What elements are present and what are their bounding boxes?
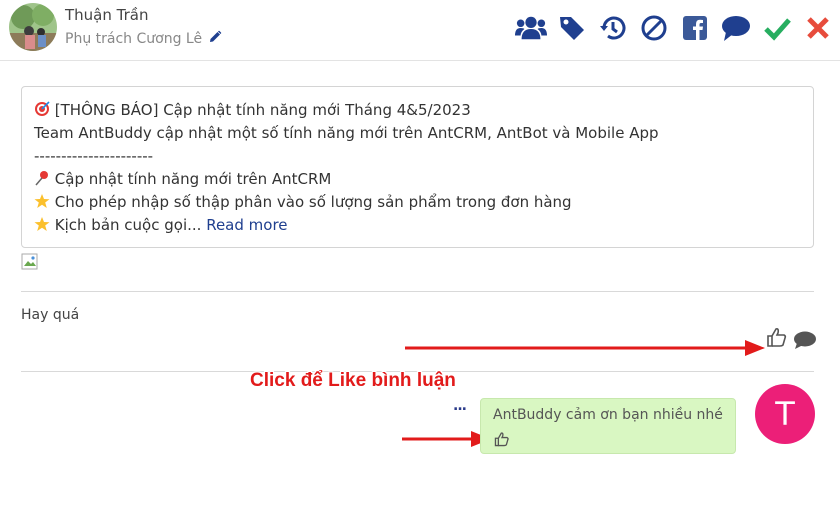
post-item-1-text: Cho phép nhập số thập phân vào số lượng … <box>54 193 572 211</box>
reply-avatar: T <box>755 384 815 444</box>
post-divider: ---------------------- <box>34 147 154 165</box>
comment-text: Hay quá <box>21 307 80 323</box>
annotation-arrow <box>405 340 765 356</box>
reply-text: AntBuddy cảm ơn bạn nhiều nhé <box>493 407 723 423</box>
assignee-label: Phụ trách Cương Lê <box>65 31 203 47</box>
star-icon <box>34 193 55 211</box>
user-avatar[interactable] <box>9 3 57 51</box>
close-icon[interactable] <box>802 12 834 44</box>
pushpin-icon <box>34 170 55 188</box>
like-icon[interactable] <box>494 431 510 451</box>
target-icon <box>34 101 55 119</box>
post-item-2: Kịch bản cuộc gọi... Read more <box>34 214 801 237</box>
reply-comment-icon[interactable] <box>793 330 817 354</box>
post-item-1: Cho phép nhập số thập phân vào số lượng … <box>34 191 801 214</box>
post-section-line: Cập nhật tính năng mới trên AntCRM <box>34 168 801 191</box>
tag-icon[interactable] <box>556 12 588 44</box>
more-options-button[interactable]: ... <box>453 398 467 414</box>
post-item-2-text: Kịch bản cuộc gọi... <box>54 216 202 234</box>
conversation-header: Thuận Trần Phụ trách Cương Lê <box>0 0 840 61</box>
history-icon[interactable] <box>597 12 629 44</box>
post-intro: Team AntBuddy cập nhật một số tính năng … <box>34 124 659 142</box>
broken-image-icon <box>21 253 39 271</box>
block-icon[interactable] <box>638 12 670 44</box>
post-content: [THÔNG BÁO] Cập nhật tính năng mới Tháng… <box>21 86 814 248</box>
assignee-line: Phụ trách Cương Lê <box>65 30 222 48</box>
user-name: Thuận Trần <box>65 6 149 24</box>
post-section: Cập nhật tính năng mới trên AntCRM <box>54 170 332 188</box>
read-more-link[interactable]: Read more <box>206 216 287 234</box>
post-title: [THÔNG BÁO] Cập nhật tính năng mới Tháng… <box>54 101 471 119</box>
reply-bubble: AntBuddy cảm ơn bạn nhiều nhé <box>480 398 736 454</box>
divider <box>21 291 814 292</box>
check-icon[interactable] <box>761 12 793 44</box>
annotation-text: Click để Like bình luận <box>250 370 456 391</box>
facebook-icon[interactable] <box>679 12 711 44</box>
chat-icon[interactable] <box>720 12 752 44</box>
post-title-line: [THÔNG BÁO] Cập nhật tính năng mới Tháng… <box>34 99 801 122</box>
users-icon[interactable] <box>515 12 547 44</box>
toolbar <box>515 12 834 44</box>
pencil-icon[interactable] <box>208 30 222 48</box>
star-icon <box>34 216 55 234</box>
